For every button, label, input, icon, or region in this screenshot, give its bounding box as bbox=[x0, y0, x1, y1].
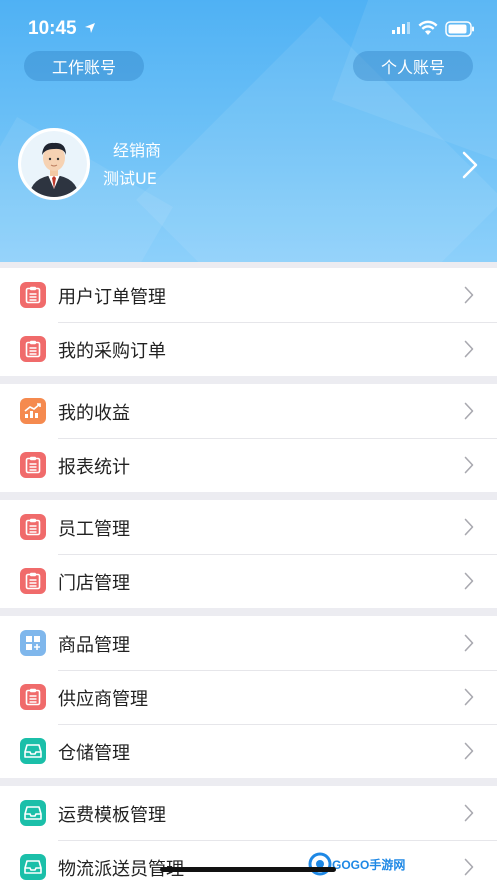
home-indicator[interactable] bbox=[160, 867, 336, 872]
menu-item-label: 员工管理 bbox=[58, 519, 130, 540]
avatar[interactable] bbox=[18, 128, 90, 200]
menu-item[interactable]: 我的收益 bbox=[0, 384, 497, 438]
menu-item-label: 仓储管理 bbox=[58, 743, 130, 764]
chevron-right-icon bbox=[464, 688, 474, 706]
clipboard-icon bbox=[20, 336, 46, 362]
chevron-right-icon bbox=[464, 340, 474, 358]
menu-item[interactable]: 供应商管理 bbox=[0, 670, 497, 724]
chevron-right-icon bbox=[464, 518, 474, 536]
chevron-right-icon bbox=[464, 858, 474, 876]
wifi-icon bbox=[418, 20, 438, 35]
menu-item[interactable]: 员工管理 bbox=[0, 500, 497, 554]
menu-item[interactable]: 仓储管理 bbox=[0, 724, 497, 778]
menu-item[interactable]: 物流派送员管理 bbox=[0, 840, 497, 883]
clipboard-icon bbox=[20, 282, 46, 308]
menu-item[interactable]: 运费模板管理 bbox=[0, 786, 497, 840]
tray-icon bbox=[20, 854, 46, 880]
menu-item-label: 用户订单管理 bbox=[58, 287, 166, 308]
chevron-right-icon bbox=[464, 742, 474, 760]
profile-header: 10:45 工作账号 个人账号 经销商 测试UE bbox=[0, 0, 497, 262]
chart-up-icon bbox=[20, 398, 46, 424]
menu-item[interactable]: 报表统计 bbox=[0, 438, 497, 492]
watermark-logo: GOGO手游网 bbox=[308, 850, 408, 878]
work-account-label: 工作账号 bbox=[51, 58, 116, 77]
location-arrow-icon bbox=[85, 23, 95, 33]
menu-list: 用户订单管理 我的采购订单 我的收益 报表统计 员工管理 门店管理 商品管理 供应商管理 仓储管… bbox=[0, 268, 497, 883]
cellular-signal-icon bbox=[392, 22, 410, 34]
status-bar: 10:45 bbox=[0, 0, 497, 46]
chevron-right-icon bbox=[464, 804, 474, 822]
tray-icon bbox=[20, 738, 46, 764]
menu-item-label: 商品管理 bbox=[58, 635, 130, 656]
menu-item-label: 我的采购订单 bbox=[58, 341, 166, 362]
chevron-right-icon bbox=[464, 634, 474, 652]
menu-item-label: 报表统计 bbox=[58, 457, 130, 478]
clipboard-icon bbox=[20, 684, 46, 710]
menu-item-label: 我的收益 bbox=[58, 403, 130, 424]
menu-group: 员工管理 门店管理 bbox=[0, 500, 497, 608]
menu-item-label: 供应商管理 bbox=[58, 689, 148, 710]
menu-item-label: 运费模板管理 bbox=[58, 805, 166, 826]
grid-icon bbox=[20, 630, 46, 656]
businessman-avatar-icon bbox=[21, 131, 87, 197]
menu-group: 商品管理供应商管理仓储管理 bbox=[0, 616, 497, 778]
menu-item-label: 门店管理 bbox=[58, 573, 130, 594]
clipboard-icon bbox=[20, 568, 46, 594]
personal-account-button[interactable]: 个人账号 bbox=[353, 51, 473, 81]
status-time: 10:45 bbox=[28, 18, 77, 39]
menu-group: 我的收益 报表统计 bbox=[0, 384, 497, 492]
user-name: 测试UE bbox=[103, 169, 157, 188]
chevron-right-icon bbox=[464, 456, 474, 474]
menu-item[interactable]: 我的采购订单 bbox=[0, 322, 497, 376]
watermark-text: GOGO手游网 bbox=[332, 857, 405, 872]
chevron-right-icon bbox=[464, 286, 474, 304]
clipboard-icon bbox=[20, 452, 46, 478]
work-account-button[interactable]: 工作账号 bbox=[24, 51, 144, 81]
menu-group: 用户订单管理 我的采购订单 bbox=[0, 268, 497, 376]
battery-icon bbox=[445, 21, 474, 37]
menu-item[interactable]: 门店管理 bbox=[0, 554, 497, 608]
user-role: 经销商 bbox=[113, 141, 162, 160]
chevron-right-icon bbox=[464, 402, 474, 420]
menu-item[interactable]: 用户订单管理 bbox=[0, 268, 497, 322]
menu-item[interactable]: 商品管理 bbox=[0, 616, 497, 670]
chevron-right-icon bbox=[464, 572, 474, 590]
chevron-right-icon[interactable] bbox=[461, 150, 479, 180]
clipboard-icon bbox=[20, 514, 46, 540]
personal-account-label: 个人账号 bbox=[380, 58, 445, 77]
tray-icon bbox=[20, 800, 46, 826]
